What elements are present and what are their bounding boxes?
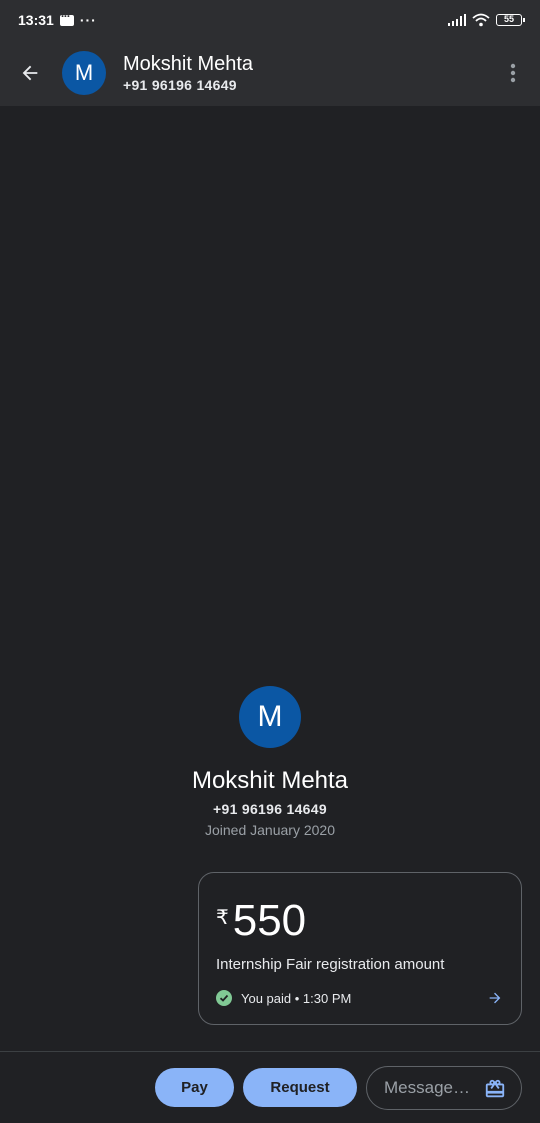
contact-name: Mokshit Mehta — [123, 53, 254, 75]
battery-icon: 55 — [496, 14, 525, 26]
bottom-action-bar: Pay Request Message… — [0, 1052, 540, 1123]
payment-status: You paid • 1:30 PM — [216, 990, 351, 1006]
back-button[interactable] — [0, 40, 60, 106]
payment-note: Internship Fair registration amount — [216, 956, 445, 973]
contact-profile: M Mokshit Mehta +91 96196 14649 Joined J… — [0, 686, 540, 839]
app-bar: M Mokshit Mehta +91 96196 14649 — [0, 40, 540, 106]
payment-card[interactable]: ₹ 550 Internship Fair registration amoun… — [198, 872, 522, 1025]
more-vert-icon — [510, 63, 516, 83]
gift-icon[interactable] — [484, 1078, 506, 1100]
status-bar: 13:31 ··· 55 — [0, 0, 540, 40]
status-time: 13:31 — [18, 12, 54, 28]
pay-button[interactable]: Pay — [155, 1068, 234, 1107]
wifi-icon — [472, 13, 490, 27]
request-button[interactable]: Request — [243, 1068, 357, 1107]
arrow-back-icon — [22, 65, 38, 81]
check-circle-icon — [216, 990, 232, 1006]
contact-title[interactable]: Mokshit Mehta +91 96196 14649 — [123, 52, 253, 94]
payment-amount: ₹ 550 — [216, 897, 306, 945]
more-notifications-icon: ··· — [79, 12, 97, 28]
message-input[interactable]: Message… — [366, 1066, 522, 1110]
signal-icon — [448, 14, 466, 26]
arrow-forward-icon[interactable] — [487, 990, 503, 1006]
amount-value: 550 — [232, 896, 307, 945]
currency-symbol: ₹ — [216, 907, 229, 929]
profile-name: Mokshit Mehta — [191, 767, 349, 794]
profile-joined: Joined January 2020 — [205, 822, 335, 838]
overflow-menu-button[interactable] — [486, 40, 540, 106]
profile-avatar: M — [239, 686, 301, 748]
payment-status-text: You paid • 1:30 PM — [241, 990, 352, 1006]
contact-phone: +91 96196 14649 — [123, 77, 237, 93]
message-notification-icon — [59, 9, 74, 26]
contact-avatar[interactable]: M — [62, 51, 106, 95]
profile-phone: +91 96196 14649 — [213, 801, 327, 817]
message-placeholder: Message… — [384, 1078, 470, 1097]
